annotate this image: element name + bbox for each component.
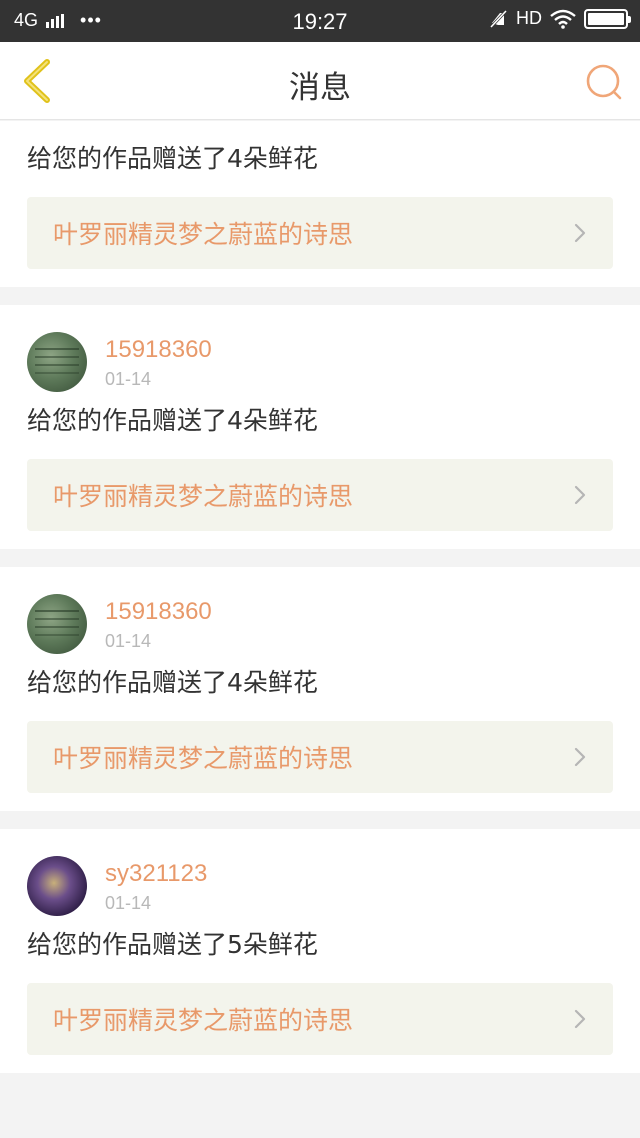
avatar[interactable] — [27, 332, 87, 392]
search-icon — [586, 64, 622, 100]
page-title: 消息 — [289, 70, 351, 106]
message-text: 给您的作品赠送了5朵鲜花 — [27, 930, 318, 959]
message-text: 给您的作品赠送了4朵鲜花 — [27, 144, 318, 173]
chevron-right-icon — [574, 1009, 586, 1029]
sender-row: 15918360 01-14 — [27, 589, 613, 659]
message-text: 给您的作品赠送了4朵鲜花 — [27, 406, 318, 435]
hd-label: HD — [516, 8, 542, 28]
work-link[interactable]: 叶罗丽精灵梦之蔚蓝的诗思 — [27, 197, 613, 269]
nav-bar: 消息 — [0, 42, 640, 120]
sender-meta: sy321123 01-14 — [105, 859, 207, 914]
work-link[interactable]: 叶罗丽精灵梦之蔚蓝的诗思 — [27, 459, 613, 531]
message-card: sy321123 01-14 给您的作品赠送了5朵鲜花 叶罗丽精灵梦之蔚蓝的诗思 — [0, 829, 640, 1073]
work-title: 叶罗丽精灵梦之蔚蓝的诗思 — [53, 482, 354, 511]
status-bar: 4G ••• 19:27 HD — [0, 0, 640, 42]
chevron-right-icon — [574, 223, 586, 243]
message-date: 01-14 — [105, 368, 152, 389]
sender-meta: 15918360 01-14 — [105, 335, 212, 390]
mute-icon — [489, 9, 508, 28]
sender-row: sy321123 01-14 — [27, 851, 613, 921]
sender-username[interactable]: sy321123 — [105, 859, 207, 889]
message-text: 给您的作品赠送了4朵鲜花 — [27, 668, 318, 697]
battery-icon — [584, 8, 631, 29]
message-date: 01-14 — [105, 892, 152, 913]
chevron-right-icon — [574, 485, 586, 505]
message-date: 01-14 — [105, 630, 152, 651]
wifi-icon — [550, 9, 576, 29]
message-card: 15918360 01-14 给您的作品赠送了4朵鲜花 叶罗丽精灵梦之蔚蓝的诗思 — [0, 567, 640, 811]
message-list: 给您的作品赠送了4朵鲜花 叶罗丽精灵梦之蔚蓝的诗思 15918360 01-14… — [0, 121, 640, 1091]
work-title: 叶罗丽精灵梦之蔚蓝的诗思 — [53, 1006, 354, 1035]
sender-row: 15918360 01-14 — [27, 327, 613, 397]
work-title: 叶罗丽精灵梦之蔚蓝的诗思 — [53, 220, 354, 249]
chevron-right-icon — [574, 747, 586, 767]
avatar[interactable] — [27, 594, 87, 654]
message-card: 给您的作品赠送了4朵鲜花 叶罗丽精灵梦之蔚蓝的诗思 — [0, 121, 640, 287]
avatar[interactable] — [27, 856, 87, 916]
message-card: 15918360 01-14 给您的作品赠送了4朵鲜花 叶罗丽精灵梦之蔚蓝的诗思 — [0, 305, 640, 549]
sender-meta: 15918360 01-14 — [105, 597, 212, 652]
work-title: 叶罗丽精灵梦之蔚蓝的诗思 — [53, 744, 354, 773]
work-link[interactable]: 叶罗丽精灵梦之蔚蓝的诗思 — [27, 721, 613, 793]
search-button[interactable] — [582, 60, 626, 104]
status-right: HD — [488, 8, 631, 29]
sender-username[interactable]: 15918360 — [105, 597, 212, 627]
sender-username[interactable]: 15918360 — [105, 335, 212, 365]
work-link[interactable]: 叶罗丽精灵梦之蔚蓝的诗思 — [27, 983, 613, 1055]
